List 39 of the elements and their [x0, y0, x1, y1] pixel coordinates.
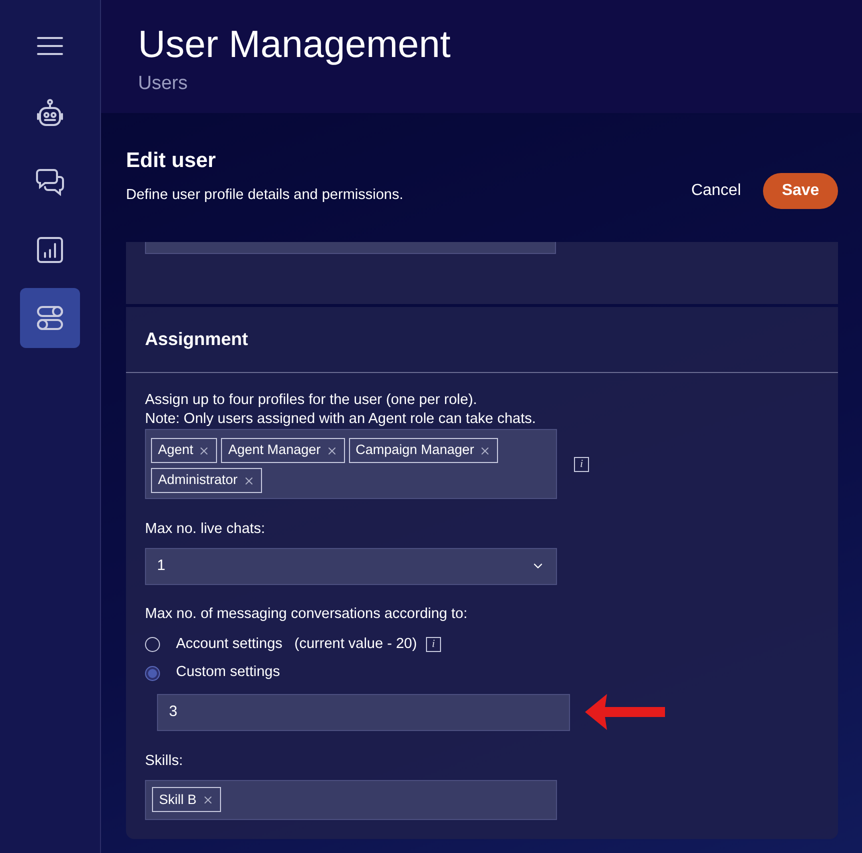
sidebar-item[interactable]: [34, 234, 66, 266]
page-subtitle: Users: [138, 72, 189, 96]
skills-field[interactable]: Skill B: [145, 780, 557, 820]
hint-text: Assign up to four profiles for the user (one per role).: [145, 391, 478, 410]
field-value: 3: [169, 702, 178, 722]
cancel-button[interactable]: Cancel: [687, 179, 745, 203]
field-label: Max no. of messaging conversations according to:: [145, 604, 468, 624]
field-label: Skills:: [145, 752, 184, 771]
save-button[interactable]: Save: [763, 173, 838, 209]
tag-label: Campaign Manager: [356, 441, 474, 460]
radio-label: Account settings: [176, 634, 282, 654]
section-title: Edit user: [126, 148, 217, 174]
page-title: User Management: [138, 23, 452, 68]
sidebar-item[interactable]: [34, 166, 66, 198]
tag-label: Agent Manager: [228, 441, 321, 460]
remove-icon[interactable]: [202, 794, 214, 806]
card-title: Assignment: [145, 328, 248, 351]
remove-icon[interactable]: [326, 444, 338, 456]
live-chats-dropdown[interactable]: 1: [145, 548, 557, 585]
tag-label: Administrator: [158, 471, 238, 490]
sidebar-item[interactable]: [20, 288, 80, 348]
info-icon[interactable]: i: [426, 636, 441, 652]
chat-bubbles-icon: [34, 166, 66, 198]
tag-label: Agent: [158, 441, 194, 460]
field-label: Max no. live chats:: [145, 520, 266, 539]
radio-label: Custom settings: [176, 663, 280, 682]
current-value-note: (current value - 20): [294, 634, 417, 654]
section-description: Define user profile details and permissions.: [126, 186, 404, 205]
info-icon[interactable]: i: [574, 456, 589, 472]
remove-icon[interactable]: [198, 444, 210, 456]
custom-value-field[interactable]: 3: [157, 694, 570, 730]
radio-button[interactable]: [145, 666, 160, 681]
remove-icon[interactable]: [242, 474, 255, 486]
dropdown-value: 1: [157, 556, 166, 576]
tag-label: Skill B: [159, 790, 197, 809]
profiles-field[interactable]: Agent Agent Manager Campaign Manager Administrator: [145, 429, 557, 499]
bar-chart-icon: [34, 234, 66, 266]
remove-icon[interactable]: [479, 444, 492, 456]
hint-text: Note: Only users assigned with an Agent role can take chats.: [145, 410, 537, 429]
